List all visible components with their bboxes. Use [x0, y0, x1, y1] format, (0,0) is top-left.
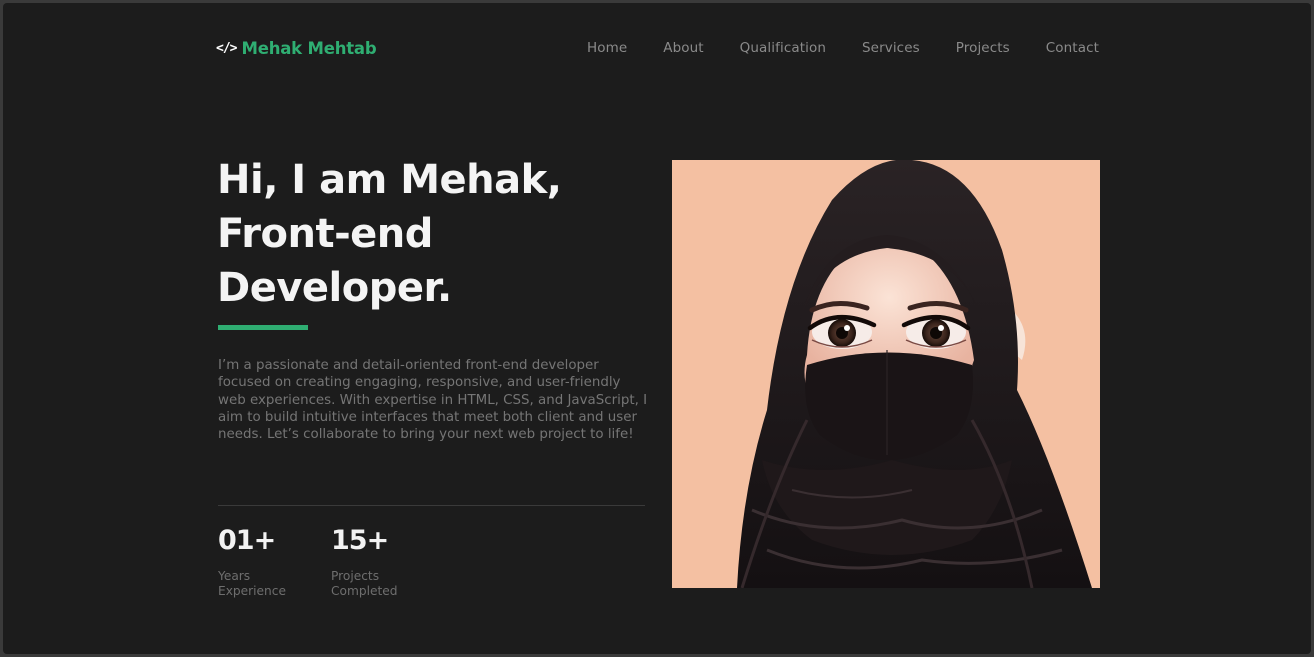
logo-link[interactable]: </> Mehak Mehtab	[216, 39, 377, 58]
stat-value: 15+	[331, 525, 389, 556]
hero-title-line-3: Developer.	[217, 265, 452, 311]
nav-services[interactable]: Services	[862, 40, 920, 56]
hero-title: Hi, I am Mehak, Front-end Developer.	[217, 153, 647, 315]
stat-label: Years Experience	[218, 569, 286, 599]
portrait-image	[672, 160, 1100, 588]
nav-about[interactable]: About	[663, 40, 703, 56]
hero-title-line-1: Hi, I am Mehak,	[217, 157, 562, 203]
nav-home[interactable]: Home	[587, 40, 627, 56]
nav-qualification[interactable]: Qualification	[740, 40, 826, 56]
nav-projects[interactable]: Projects	[956, 40, 1010, 56]
stat-experience: 01+ Years Experience	[218, 523, 286, 599]
main-nav: Home About Qualification Services Projec…	[587, 40, 1099, 56]
stat-label-line: Experience	[218, 584, 286, 598]
accent-bar	[218, 325, 308, 330]
stat-projects: 15+ Projects Completed	[331, 523, 397, 599]
nav-contact[interactable]: Contact	[1046, 40, 1099, 56]
stat-label-line: Completed	[331, 584, 398, 598]
hijab-avatar-illustration	[672, 160, 1100, 588]
stat-label-line: Projects	[331, 569, 380, 583]
stat-value: 01+	[218, 525, 276, 556]
hero-bio: I’m a passionate and detail-oriented fro…	[218, 358, 648, 443]
code-icon: </>	[216, 41, 238, 56]
stat-label-line: Years	[218, 569, 251, 583]
logo-text: Mehak Mehtab	[241, 39, 377, 58]
stats-divider	[218, 505, 645, 506]
stat-label: Projects Completed	[331, 569, 397, 599]
hero-title-line-2: Front-end	[217, 211, 433, 257]
page-frame: </> Mehak Mehtab Home About Qualificatio…	[3, 3, 1311, 654]
